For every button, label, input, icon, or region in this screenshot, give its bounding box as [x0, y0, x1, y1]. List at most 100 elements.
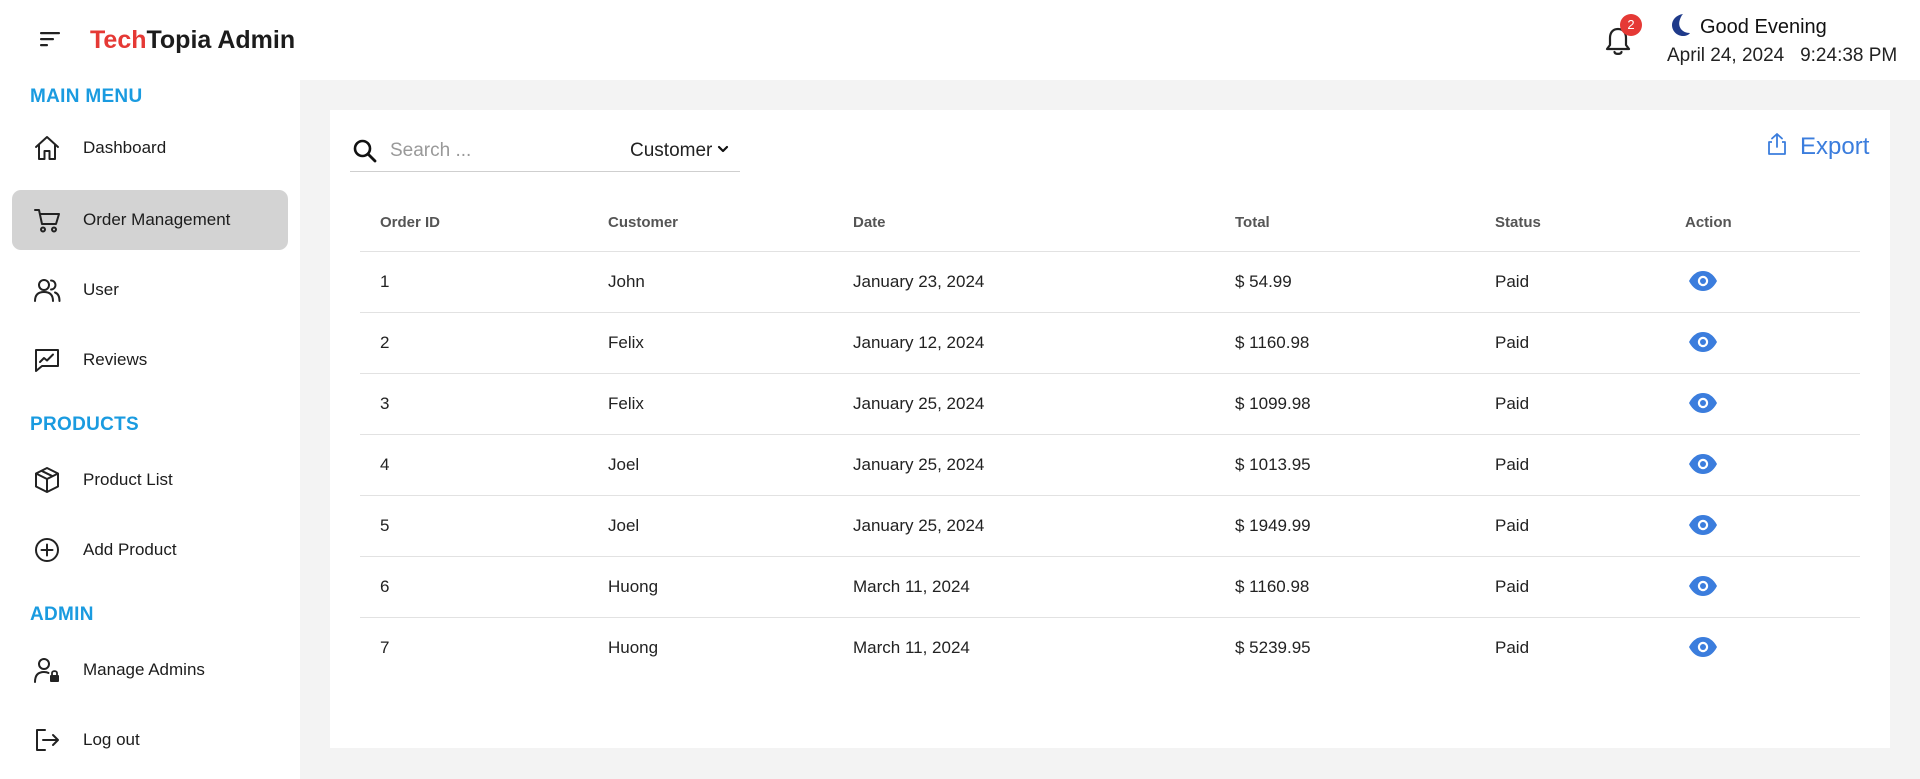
notification-badge: 2	[1620, 14, 1642, 36]
cell-status: Paid	[1495, 333, 1530, 352]
table-row: 1 John January 23, 2024 $ 54.99 Paid	[360, 252, 1860, 313]
section-title-products: PRODUCTS	[30, 414, 140, 435]
sidebar-item-label: Add Product	[83, 540, 177, 559]
orders-table: Order ID Customer Date Total Status Acti…	[360, 196, 1860, 679]
cell-customer: John	[608, 272, 645, 291]
column-header-customer[interactable]: Customer	[608, 214, 678, 231]
main-content: Customer Export Order ID Customer Date T…	[300, 80, 1920, 779]
orders-card: Customer Export Order ID Customer Date T…	[330, 110, 1890, 748]
section-title-admin: ADMIN	[30, 604, 94, 625]
cell-order-id: 4	[380, 455, 390, 474]
sidebar-item-label: Product List	[83, 470, 173, 489]
cell-status: Paid	[1495, 272, 1530, 291]
table-row: 3 Felix January 25, 2024 $ 1099.98 Paid	[360, 374, 1860, 435]
search-icon	[352, 138, 378, 164]
cell-date: January 25, 2024	[853, 394, 985, 413]
sidebar-item-label: Log out	[83, 730, 140, 749]
cell-date: March 11, 2024	[853, 577, 970, 596]
sidebar-item-reviews[interactable]: Reviews	[12, 330, 288, 390]
cell-status: Paid	[1495, 516, 1530, 535]
box-icon	[32, 465, 62, 495]
search-input[interactable]	[390, 136, 610, 166]
cell-status: Paid	[1495, 638, 1530, 657]
view-eye-icon[interactable]	[1687, 330, 1719, 354]
sidebar-item-log-out[interactable]: Log out	[12, 710, 288, 770]
cell-order-id: 6	[380, 577, 390, 596]
menu-toggle-icon[interactable]	[38, 30, 62, 48]
section-title-main-menu: MAIN MENU	[30, 86, 143, 107]
cell-order-id: 2	[380, 333, 390, 352]
sidebar: MAIN MENU Dashboard Order Management Use…	[0, 80, 300, 779]
sidebar-item-user[interactable]: User	[12, 260, 288, 320]
greeting: Good Evening	[1668, 12, 1827, 43]
cell-total: $ 1160.98	[1235, 577, 1310, 596]
brand-logo[interactable]: TechTopia Admin	[90, 26, 295, 55]
cell-status: Paid	[1495, 394, 1530, 413]
column-header-action: Action	[1685, 214, 1732, 231]
column-header-order-id[interactable]: Order ID	[380, 214, 440, 231]
table-row: 6 Huong March 11, 2024 $ 1160.98 Paid	[360, 557, 1860, 618]
sidebar-item-product-list[interactable]: Product List	[12, 450, 288, 510]
cart-icon	[32, 205, 62, 235]
table-row: 2 Felix January 12, 2024 $ 1160.98 Paid	[360, 313, 1860, 374]
user-lock-icon	[32, 655, 62, 685]
cell-total: $ 1099.98	[1235, 394, 1311, 413]
cell-total: $ 1160.98	[1235, 333, 1310, 352]
reviews-icon	[32, 345, 62, 375]
column-header-status[interactable]: Status	[1495, 214, 1541, 231]
view-eye-icon[interactable]	[1687, 391, 1719, 415]
cell-customer: Huong	[608, 577, 659, 596]
cell-order-id: 7	[380, 638, 390, 657]
filter-select-value: Customer	[630, 140, 713, 161]
cell-customer: Felix	[608, 333, 644, 352]
cell-order-id: 1	[380, 272, 390, 291]
column-header-date[interactable]: Date	[853, 214, 886, 231]
logout-icon	[32, 725, 62, 755]
home-icon	[32, 133, 62, 163]
moon-icon	[1668, 12, 1692, 43]
greeting-text: Good Evening	[1700, 16, 1827, 38]
cell-order-id: 3	[380, 394, 390, 413]
view-eye-icon[interactable]	[1687, 574, 1719, 598]
top-header: TechTopia Admin 2 Good Evening April 24,…	[0, 0, 1920, 80]
view-eye-icon[interactable]	[1687, 513, 1719, 537]
sidebar-item-add-product[interactable]: Add Product	[12, 520, 288, 580]
table-row: 5 Joel January 25, 2024 $ 1949.99 Paid	[360, 496, 1860, 557]
cell-status: Paid	[1495, 455, 1530, 474]
sidebar-item-dashboard[interactable]: Dashboard	[12, 118, 288, 178]
cell-customer: Huong	[608, 638, 659, 657]
brand-name: Topia Admin	[146, 26, 296, 54]
table-header: Order ID Customer Date Total Status Acti…	[360, 196, 1860, 252]
sidebar-item-manage-admins[interactable]: Manage Admins	[12, 640, 288, 700]
sidebar-item-label: Order Management	[83, 210, 231, 229]
sidebar-item-label: Reviews	[83, 350, 148, 369]
cell-total: $ 5239.95	[1235, 638, 1311, 657]
cell-date: January 25, 2024	[853, 516, 985, 535]
sidebar-item-order-management[interactable]: Order Management	[12, 190, 288, 250]
cell-customer: Felix	[608, 394, 644, 413]
cell-date: January 25, 2024	[853, 455, 985, 474]
sidebar-item-label: User	[83, 280, 119, 299]
cell-total: $ 1013.95	[1235, 455, 1311, 474]
cell-order-id: 5	[380, 516, 390, 535]
current-datetime: April 24, 2024 9:24:38 PM	[1667, 45, 1898, 66]
cell-customer: Joel	[608, 516, 640, 535]
cell-date: March 11, 2024	[853, 638, 970, 657]
plus-circle-icon	[32, 535, 62, 565]
view-eye-icon[interactable]	[1687, 635, 1719, 659]
users-icon	[32, 275, 62, 305]
export-icon	[1766, 132, 1788, 161]
view-eye-icon[interactable]	[1687, 269, 1719, 293]
export-button[interactable]: Export	[1766, 132, 1869, 161]
filter-select[interactable]: Customer	[630, 136, 730, 166]
sidebar-item-label: Dashboard	[83, 138, 167, 157]
cell-status: Paid	[1495, 577, 1530, 596]
column-header-total[interactable]: Total	[1235, 214, 1270, 231]
cell-total: $ 54.99	[1235, 272, 1292, 291]
table-row: 7 Huong March 11, 2024 $ 5239.95 Paid	[360, 618, 1860, 679]
cell-customer: Joel	[608, 455, 640, 474]
sidebar-item-label: Manage Admins	[83, 660, 205, 679]
cell-date: January 12, 2024	[853, 333, 985, 352]
view-eye-icon[interactable]	[1687, 452, 1719, 476]
brand-accent: Tech	[90, 26, 147, 54]
